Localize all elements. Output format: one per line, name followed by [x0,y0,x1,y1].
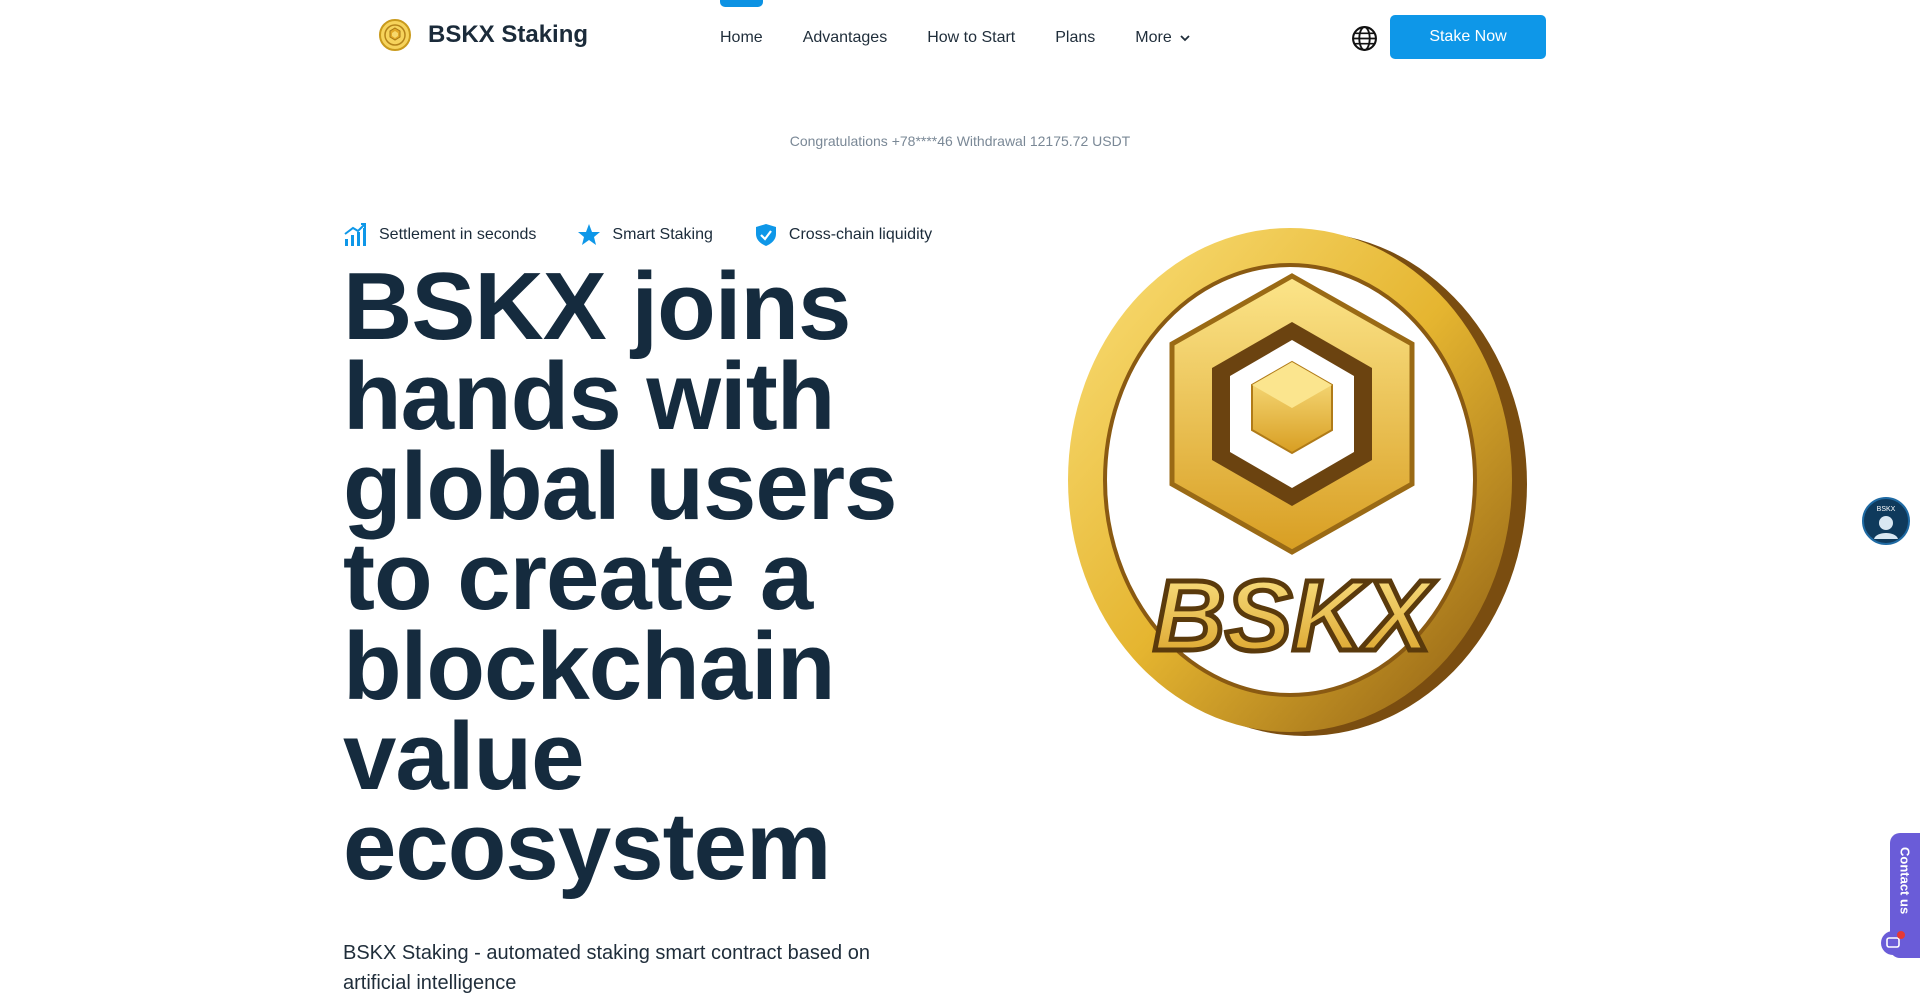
feature-smart-staking: Smart Staking [576,222,713,248]
hero-headline: BSKX joins hands with global users to cr… [343,253,898,900]
nav-plans-label: Plans [1055,28,1096,46]
nav-advantages[interactable]: Advantages [803,29,888,47]
brand-name: BSKX Staking [428,21,589,48]
nav-how-to-start-label: How to Start [927,28,1016,46]
feature-cross-chain: Cross-chain liquidity [753,222,932,248]
feature-cross-chain-label: Cross-chain liquidity [788,226,933,243]
nav-more-dropdown[interactable]: More [1135,29,1190,47]
nav-home-label: Home [720,28,763,46]
avatar-text: BSKX [1877,506,1896,513]
feature-settlement: Settlement in seconds [343,222,536,248]
site-header: BSKX Staking Home Advantages How to Star… [0,0,1920,75]
withdrawal-ticker: Congratulations +78****46 Withdrawal 121… [789,133,1131,149]
hero-subtitle: BSKX Staking - automated staking smart c… [343,942,870,994]
nav-advantages-label: Advantages [802,28,888,46]
feature-list: Settlement in seconds Smart Staking Cros… [343,222,972,248]
chevron-down-icon [1180,34,1190,41]
feature-settlement-label: Settlement in seconds [379,226,537,243]
bskx-coin-illustration: BSKX [1068,228,1527,736]
nav-how-to-start[interactable]: How to Start [927,29,1015,47]
nav-plans[interactable]: Plans [1055,29,1095,47]
feature-smart-staking-label: Smart Staking [612,226,713,243]
brand[interactable]: BSKX Staking [378,18,588,52]
stake-now-button[interactable]: Stake Now [1390,15,1546,59]
coin-text: BSKX [1153,560,1436,672]
chat-bubble-icon[interactable] [1880,930,1906,956]
shield-check-icon [755,224,776,246]
globe-icon[interactable] [1351,25,1378,52]
nav-home[interactable]: Home [720,0,763,47]
bar-chart-icon [344,223,366,246]
contact-us-label: Contact us [1897,847,1913,915]
nav-more-label: More [1135,28,1172,46]
main-nav: Home Advantages How to Start Plans More [720,0,1231,75]
star-icon [578,224,601,245]
bskx-coin-logo-icon [379,19,411,51]
support-avatar-button[interactable]: BSKX [1862,497,1910,545]
